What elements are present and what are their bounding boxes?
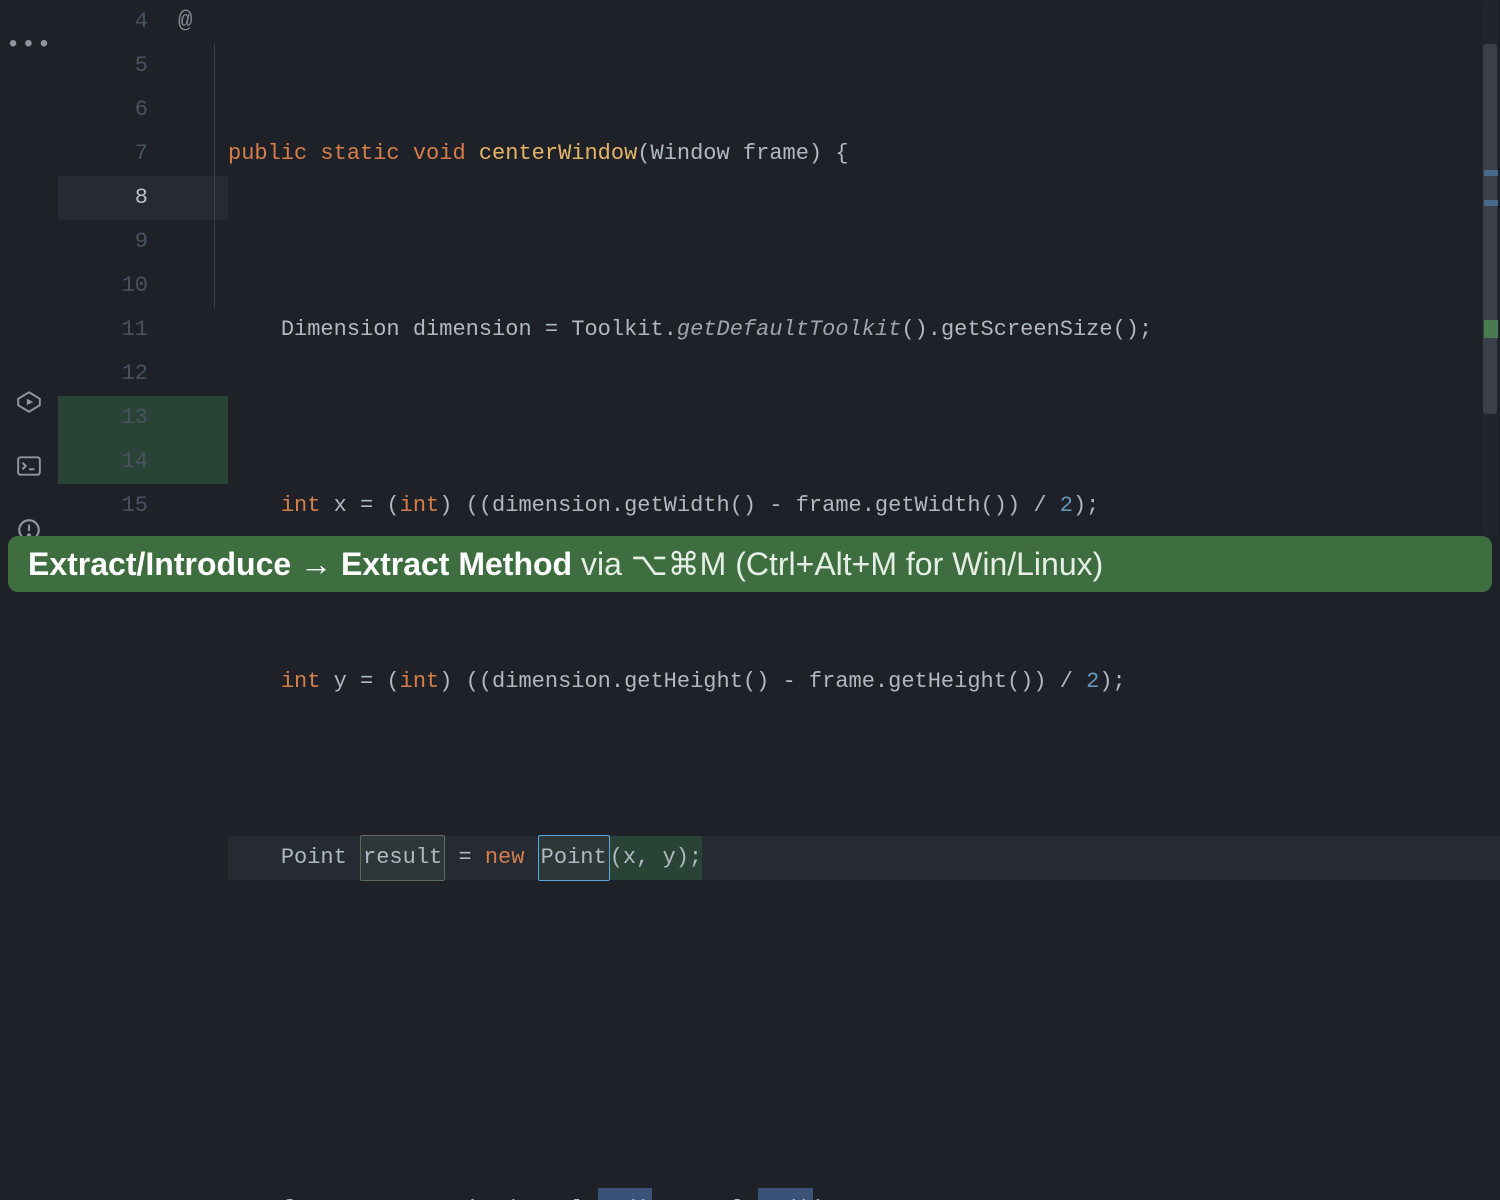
run-config-icon[interactable]	[15, 388, 43, 416]
code-line: public static void centerWindow(Window f…	[228, 132, 1500, 176]
scroll-thumb[interactable]	[1483, 44, 1497, 414]
line-gutter: 4 5 6 7 8 9 10 11 12 13 14 15	[58, 0, 178, 600]
hint-via: via	[572, 546, 631, 583]
editor-root: ••• 4 5 6 7	[0, 0, 1500, 600]
code-line	[228, 1012, 1500, 1056]
refactor-identifier[interactable]: result	[360, 835, 445, 881]
hint-shortcut-mac: ⌥⌘M	[631, 545, 727, 583]
shortcut-hint-bar: Extract/Introduce → Extract Method via ⌥…	[8, 536, 1492, 592]
line-number: 7	[58, 132, 148, 176]
code-line: Dimension dimension = Toolkit.getDefault…	[228, 308, 1500, 352]
more-icon[interactable]: •••	[6, 32, 52, 71]
line-number: 9	[58, 220, 148, 264]
editor-area[interactable]: 4 5 6 7 8 9 10 11 12 13 14 15 @ public s…	[58, 0, 1500, 600]
method-annotation-icon[interactable]: @	[178, 0, 192, 44]
hint-action: Extract/Introduce → Extract Method	[28, 546, 572, 583]
overview-mark[interactable]	[1484, 200, 1498, 206]
line-number: 6	[58, 88, 148, 132]
line-number: 5	[58, 44, 148, 88]
refactor-identifier-active[interactable]: Point	[538, 835, 610, 881]
code-line: int y = (int) ((dimension.getHeight() - …	[228, 660, 1500, 704]
usage-highlight: .x()	[598, 1188, 653, 1200]
overview-mark[interactable]	[1484, 170, 1498, 176]
line-number: 15	[58, 484, 148, 528]
line-number: 12	[58, 352, 148, 396]
code-line-current: Point result = new Point(x, y);	[228, 836, 1500, 880]
line-number: 11	[58, 308, 148, 352]
terminal-icon[interactable]	[15, 452, 43, 480]
usage-highlight: .y()	[758, 1188, 813, 1200]
line-number: 10	[58, 264, 148, 308]
hint-shortcut-win: (Ctrl+Alt+M for Win/Linux)	[726, 546, 1103, 583]
gutter-annotations: @	[178, 0, 228, 600]
code-line: frame.setLocation(result.x(), result.y()…	[228, 1188, 1500, 1200]
tool-sidebar: •••	[0, 0, 58, 600]
vertical-scrollbar[interactable]	[1482, 0, 1498, 536]
line-number: 4	[58, 0, 148, 44]
code-line: int x = (int) ((dimension.getWidth() - f…	[228, 484, 1500, 528]
code-content[interactable]: public static void centerWindow(Window f…	[228, 0, 1500, 600]
overview-mark[interactable]	[1484, 320, 1498, 338]
